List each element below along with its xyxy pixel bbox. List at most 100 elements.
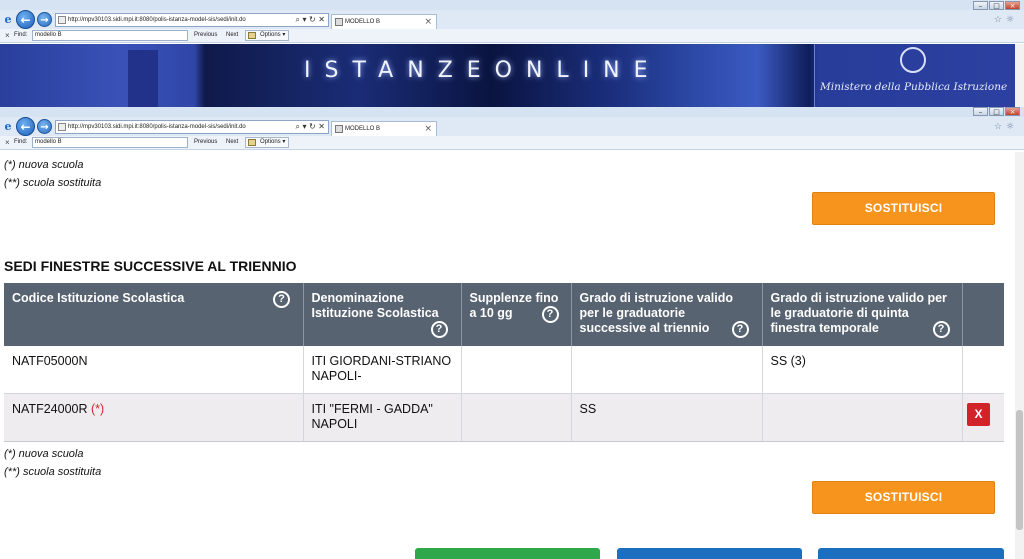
- tab-close-icon[interactable]: ×: [424, 122, 432, 136]
- cell-name: ITI "FERMI - GADDA" NAPOLI: [303, 393, 462, 442]
- header-grado-quinta: Grado di istruzione valido per le gradua…: [762, 283, 963, 346]
- header-grado-triennio: Grado di istruzione valido per le gradua…: [571, 283, 763, 346]
- istanze-online-banner: ISTANZEONLINE Ministero della Pubblica I…: [0, 44, 1024, 107]
- school-code: NATF24000R: [12, 401, 88, 416]
- front-window-navbar: e ← → http://mpv30103.sidi.mpi.it:8080/p…: [0, 117, 1024, 137]
- address-url: http://mpv30103.sidi.mpi.it:8080/polis-i…: [68, 17, 246, 23]
- header-supplenze: Supplenze fino a 10 gg?: [461, 283, 572, 346]
- find-options-label: Options: [260, 32, 281, 38]
- forward-button[interactable]: →: [37, 119, 52, 134]
- delete-row-button[interactable]: X: [967, 403, 990, 426]
- tab-favicon-icon: [335, 18, 343, 26]
- header-denominazione: Denominazione Istituzione Scolastica?: [303, 283, 462, 346]
- header-label: Denominazione Istituzione Scolastica: [311, 291, 439, 320]
- back-button[interactable]: ←: [16, 10, 35, 29]
- page-favicon-icon: [58, 16, 66, 24]
- header-actions: [962, 283, 1004, 346]
- tab-title: MODELLO B: [345, 19, 381, 25]
- address-url: http://mpv30103.sidi.mpi.it:8080/polis-i…: [68, 124, 246, 130]
- cell-name: ITI GIORDANI-STRIANO NAPOLI-: [303, 346, 462, 394]
- back-window-navbar: e ← → http://mpv30103.sidi.mpi.it:8080/p…: [0, 10, 1024, 30]
- find-previous-button[interactable]: Previous: [194, 136, 217, 149]
- replace-button-top[interactable]: SOSTITUISCI: [812, 192, 995, 225]
- maximize-icon[interactable]: □: [989, 1, 1004, 10]
- banner-decoration: [128, 50, 158, 107]
- minimize-icon[interactable]: –: [973, 107, 988, 116]
- find-previous-button[interactable]: Previous: [194, 29, 217, 42]
- address-bar[interactable]: http://mpv30103.sidi.mpi.it:8080/polis-i…: [55, 13, 329, 27]
- back-button[interactable]: ←: [16, 117, 35, 136]
- cell-supplenze: [461, 346, 572, 394]
- back-scrollbar[interactable]: [1015, 44, 1024, 107]
- header-codice: Codice Istituzione Scolastica?: [4, 283, 304, 346]
- tab-close-icon[interactable]: ×: [424, 15, 432, 29]
- browser-tab[interactable]: MODELLO B ×: [331, 14, 437, 29]
- find-options-button[interactable]: Options ▾: [245, 30, 290, 41]
- find-options-button[interactable]: Options ▾: [245, 137, 290, 148]
- find-close-icon[interactable]: ×: [5, 29, 10, 42]
- table-row: NATF24000R (*) ITI "FERMI - GADDA" NAPOL…: [4, 393, 1004, 442]
- legend-replaced-school: (**) scuola sostituita: [4, 466, 102, 478]
- forward-button[interactable]: →: [37, 12, 52, 27]
- help-icon[interactable]: ?: [731, 321, 749, 338]
- header-label: Grado di istruzione valido per le gradua…: [770, 291, 947, 335]
- ie-logo-icon: e: [4, 13, 12, 26]
- cell-code: NATF24000R (*): [4, 393, 304, 442]
- cell-code: NATF05000N: [4, 346, 304, 394]
- maximize-icon[interactable]: □: [989, 107, 1004, 116]
- pencil-icon: [248, 32, 256, 39]
- pencil-icon: [248, 139, 256, 146]
- cell-grado-quinta: SS (3): [762, 346, 963, 394]
- find-options-label: Options: [260, 139, 281, 145]
- ie-logo-icon: e: [4, 120, 12, 133]
- action-button[interactable]: [617, 548, 802, 559]
- replace-button-bottom[interactable]: SOSTITUISCI: [812, 481, 995, 514]
- back-find-bar: × Find: modello B Previous Next Options …: [0, 29, 1024, 43]
- cell-grado-quinta: [762, 393, 963, 442]
- find-input[interactable]: modello B: [32, 30, 188, 41]
- find-close-icon[interactable]: ×: [5, 136, 10, 149]
- front-window-controls: – □ ×: [973, 107, 1020, 117]
- address-tools-icon[interactable]: ⌕ ▾ ↻ ✕: [295, 14, 325, 26]
- find-label: Find:: [14, 32, 28, 38]
- page-favicon-icon: [58, 123, 66, 131]
- front-find-bar: × Find: modello B Previous Next Options …: [0, 136, 1024, 150]
- help-icon[interactable]: ?: [273, 291, 290, 308]
- tab-title: MODELLO B: [345, 126, 381, 132]
- table-row: NATF05000N ITI GIORDANI-STRIANO NAPOLI- …: [4, 346, 1004, 394]
- cell-grado-triennio: [571, 346, 763, 394]
- table-header-row: Codice Istituzione Scolastica? Denominaz…: [4, 283, 1004, 346]
- tab-favicon-icon: [335, 125, 343, 133]
- find-next-button[interactable]: Next: [226, 29, 238, 42]
- action-button[interactable]: [818, 548, 1004, 559]
- find-label: Find:: [14, 139, 28, 145]
- address-tools-icon[interactable]: ⌕ ▾ ↻ ✕: [295, 121, 325, 133]
- minimize-icon[interactable]: –: [973, 1, 988, 10]
- legend-new-school: (*) nuova scuola: [4, 448, 84, 460]
- close-window-icon[interactable]: ×: [1005, 107, 1020, 116]
- republic-seal-icon: [900, 47, 926, 73]
- find-input[interactable]: modello B: [32, 137, 188, 148]
- schools-table: Codice Istituzione Scolastica? Denominaz…: [4, 283, 1004, 442]
- header-label: Grado di istruzione valido per le gradua…: [579, 291, 734, 335]
- legend-new-school: (*) nuova scuola: [4, 159, 84, 171]
- home-favorites-settings-icons[interactable]: ☆☼: [994, 122, 1018, 132]
- cell-actions: [962, 346, 1004, 394]
- address-bar[interactable]: http://mpv30103.sidi.mpi.it:8080/polis-i…: [55, 120, 329, 134]
- help-icon[interactable]: ?: [430, 321, 448, 338]
- cell-grado-triennio: SS: [571, 393, 763, 442]
- header-label: Codice Istituzione Scolastica: [12, 291, 185, 305]
- legend-replaced-school: (**) scuola sostituita: [4, 177, 102, 189]
- banner-brand: ISTANZEONLINE: [304, 58, 662, 83]
- help-icon[interactable]: ?: [541, 306, 559, 323]
- home-favorites-settings-icons[interactable]: ☆☼: [994, 15, 1018, 25]
- confirm-button[interactable]: [415, 548, 600, 559]
- find-next-button[interactable]: Next: [226, 136, 238, 149]
- new-school-marker: (*): [90, 401, 105, 416]
- banner-ministry: Ministero della Pubblica Istruzione: [820, 81, 1008, 93]
- help-icon[interactable]: ?: [932, 321, 950, 338]
- scrollbar-thumb[interactable]: [1016, 410, 1023, 530]
- close-window-icon[interactable]: ×: [1005, 1, 1020, 10]
- browser-tab[interactable]: MODELLO B ×: [331, 121, 437, 136]
- cell-supplenze: [461, 393, 572, 442]
